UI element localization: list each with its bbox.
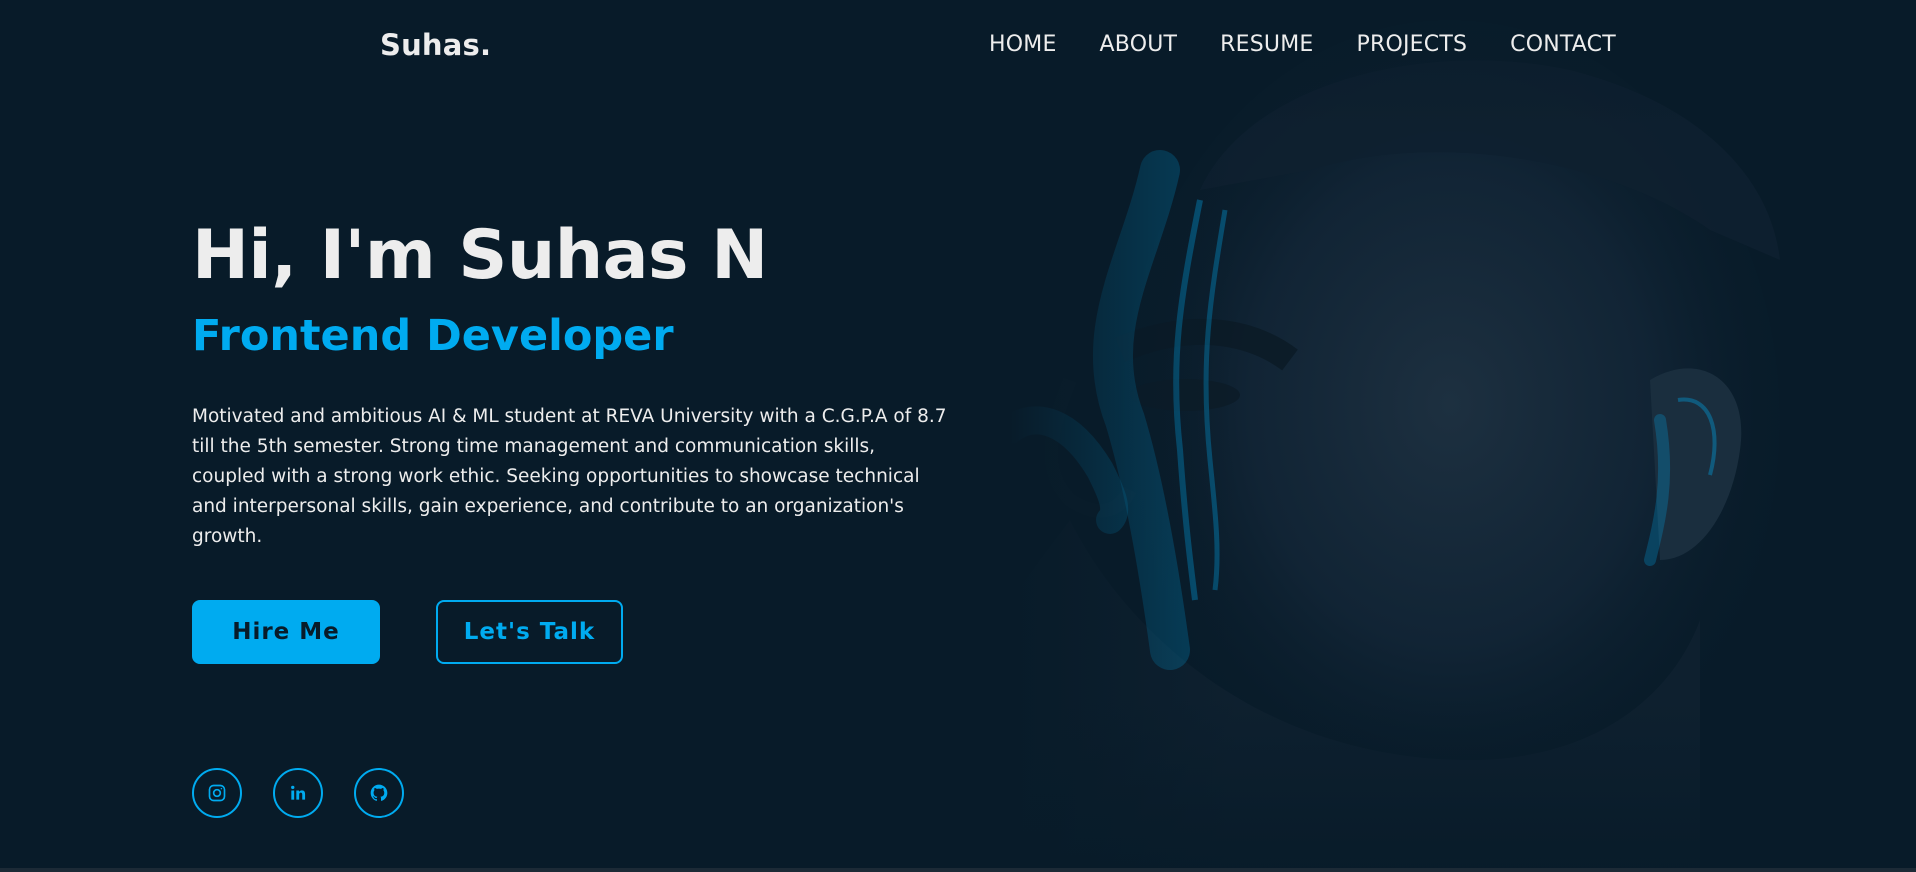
hero-content: Hi, I'm Suhas N Frontend Developer Motiv… (192, 210, 962, 552)
nav-link-projects[interactable]: PROJECTS (1357, 32, 1468, 57)
linkedin-link[interactable] (273, 768, 323, 818)
instagram-icon (207, 783, 227, 803)
logo[interactable]: Suhas. (380, 28, 491, 62)
hero-title: Hi, I'm Suhas N (192, 216, 768, 295)
github-icon (369, 783, 389, 803)
social-links (192, 768, 404, 818)
main-nav: HOME ABOUT RESUME PROJECTS CONTACT (989, 32, 1616, 57)
github-link[interactable] (354, 768, 404, 818)
hero-subtitle: Frontend Developer (192, 311, 674, 361)
nav-link-home[interactable]: HOME (989, 32, 1057, 57)
site-header: Suhas. HOME ABOUT RESUME PROJECTS CONTAC… (0, 0, 1916, 96)
instagram-link[interactable] (192, 768, 242, 818)
nav-link-contact[interactable]: CONTACT (1510, 32, 1616, 57)
hire-me-button[interactable]: Hire Me (192, 600, 380, 664)
linkedin-icon (288, 783, 308, 803)
lets-talk-button[interactable]: Let's Talk (436, 600, 623, 664)
nav-link-resume[interactable]: RESUME (1220, 32, 1313, 57)
bottom-divider (0, 868, 1916, 872)
home-page: Suhas. HOME ABOUT RESUME PROJECTS CONTAC… (0, 0, 1916, 872)
hero-description: Motivated and ambitious AI & ML student … (192, 406, 947, 547)
hero-portrait-image (1010, 0, 1916, 872)
hero-buttons: Hire Me Let's Talk (192, 600, 623, 664)
nav-link-about[interactable]: ABOUT (1100, 32, 1178, 57)
